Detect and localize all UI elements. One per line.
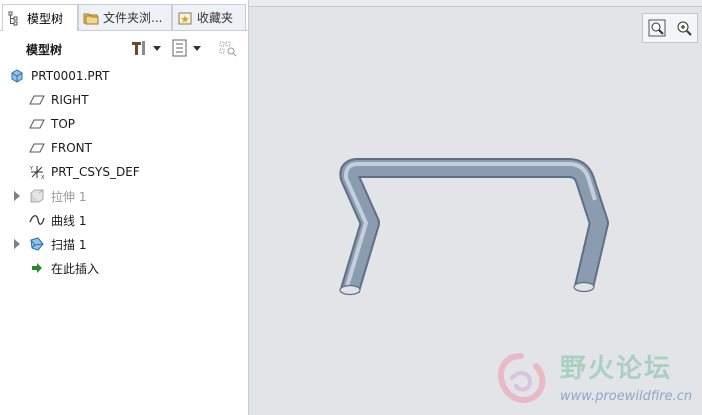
tab-favorites[interactable]: 收藏夹 <box>172 4 246 30</box>
curve-icon <box>29 215 45 225</box>
filter-icon <box>219 41 237 57</box>
tube-end-left <box>339 284 361 296</box>
navigator-tabs: 模型树 文件夹浏... 收藏夹 <box>0 4 248 31</box>
insert-here-icon <box>32 263 42 273</box>
expand-arrow-icon[interactable] <box>14 239 20 249</box>
tree-item-insert-here[interactable]: 在此插入 <box>0 256 244 280</box>
datum-plane-icon <box>29 95 45 105</box>
chevron-down-icon <box>193 45 201 51</box>
part-icon <box>11 69 23 83</box>
tree-item-front[interactable]: FRONT <box>0 136 244 160</box>
svg-text:X: X <box>41 175 45 180</box>
extrude-icon <box>30 189 44 203</box>
model-tree-title: 模型树 <box>26 43 63 57</box>
tree-item-label: TOP <box>51 117 76 131</box>
sweep-icon <box>30 237 44 251</box>
show-dropdown[interactable] <box>172 38 201 58</box>
watermark-title: 野火论坛 <box>560 354 673 384</box>
tree-item-sweep[interactable]: 扫描 1 <box>0 232 244 256</box>
list-icon <box>172 39 187 57</box>
tree-item-right[interactable]: RIGHT <box>0 88 244 112</box>
graphics-window[interactable]: 野火论坛 www.proewildfire.cn <box>249 0 702 415</box>
forum-watermark: 野火论坛 www.proewildfire.cn <box>490 344 700 414</box>
chevron-down-icon <box>153 45 161 51</box>
tube-end-right <box>573 281 595 293</box>
tree-item-label: FRONT <box>51 141 92 155</box>
folder-icon <box>83 13 99 24</box>
tree-item-label: PRT_CSYS_DEF <box>51 165 140 179</box>
tab-folder-browser-label: 文件夹浏... <box>103 11 163 25</box>
tree-item-csys[interactable]: YX PRT_CSYS_DEF <box>0 160 244 184</box>
model-tree-icon <box>8 11 18 26</box>
tree-item-label: 曲线 1 <box>51 213 87 228</box>
tree-item-top[interactable]: TOP <box>0 112 244 136</box>
favorites-icon <box>178 12 192 24</box>
svg-text:Y: Y <box>29 166 34 172</box>
tab-folder-browser[interactable]: 文件夹浏... <box>78 4 172 30</box>
model-tree-panel: 模型树 文件夹浏... 收藏夹 模型树 PRT0001.PRT RIGHT TO… <box>0 0 249 415</box>
tree-root-item[interactable]: PRT0001.PRT <box>0 64 244 88</box>
tree-item-extrude[interactable]: 拉伸 1 <box>0 184 244 208</box>
tree-item-label: 扫描 1 <box>51 237 87 252</box>
expand-arrow-icon[interactable] <box>14 191 20 201</box>
watermark-logo-icon <box>498 353 546 403</box>
model-tree-toolbar: 模型树 <box>0 34 248 62</box>
tab-model-tree-label: 模型树 <box>27 11 64 26</box>
tree-item-label: RIGHT <box>51 93 89 107</box>
datum-plane-icon <box>29 119 45 129</box>
tools-icon <box>132 41 145 55</box>
tree-item-label: 在此插入 <box>51 261 100 276</box>
tab-model-tree[interactable]: 模型树 <box>2 4 78 31</box>
tree-item-label: 拉伸 1 <box>51 189 87 204</box>
datum-plane-icon <box>29 143 45 153</box>
watermark-url: www.proewildfire.cn <box>560 389 693 404</box>
filter-button[interactable] <box>218 38 238 58</box>
tab-favorites-label: 收藏夹 <box>197 11 234 25</box>
csys-icon: YX <box>29 166 45 180</box>
tree-item-curve[interactable]: 曲线 1 <box>0 208 244 232</box>
settings-dropdown[interactable] <box>130 38 161 58</box>
tree-root-label: PRT0001.PRT <box>31 69 110 83</box>
